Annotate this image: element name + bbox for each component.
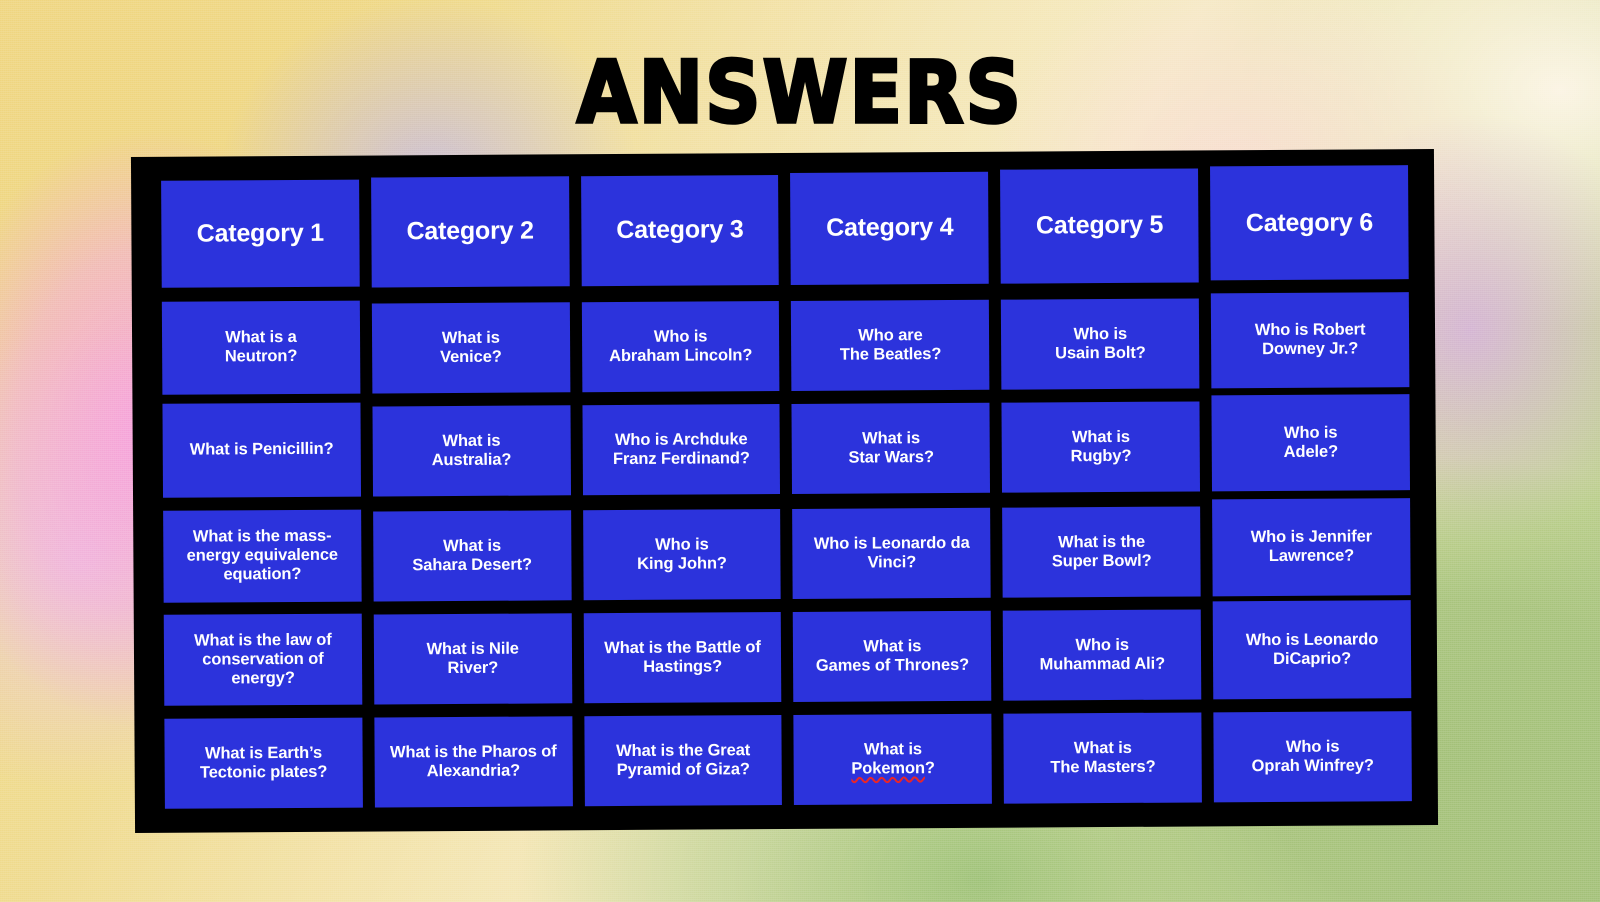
answer-cell-r5-c6[interactable]: Who is Oprah Winfrey? bbox=[1213, 711, 1412, 803]
answer-cell-r5-c1[interactable]: What is Earth’s Tectonic plates? bbox=[164, 717, 363, 809]
answer-cell-r3-c2[interactable]: What is Sahara Desert? bbox=[372, 510, 572, 602]
category-header-6[interactable]: Category 6 bbox=[1210, 165, 1409, 281]
answer-text: Who is Robert Downey Jr.? bbox=[1254, 320, 1366, 359]
answer-text: Who are The Beatles? bbox=[839, 325, 942, 364]
answer-cell-r4-c3[interactable]: What is the Battle of Hastings? bbox=[583, 611, 782, 704]
category-header-4[interactable]: Category 4 bbox=[790, 171, 990, 285]
answer-cell-r2-c4[interactable]: What is Star Wars? bbox=[791, 402, 991, 494]
answer-cell-r1-c1[interactable]: What is a Neutron? bbox=[161, 300, 361, 395]
category-header-label: Category 3 bbox=[616, 215, 744, 245]
answer-cell-r5-c2[interactable]: What is the Pharos of Alexandria? bbox=[374, 716, 573, 808]
answer-cell-r4-c6[interactable]: Who is Leonardo DiCaprio? bbox=[1212, 600, 1412, 700]
answer-cell-r4-c5[interactable]: Who is Muhammad Ali? bbox=[1003, 609, 1202, 701]
answer-text: What is Star Wars? bbox=[848, 428, 935, 467]
answer-text: What is the Pharos of Alexandria? bbox=[389, 742, 557, 781]
answer-text: Who is Oprah Winfrey? bbox=[1251, 737, 1374, 776]
answer-cell-r5-c3[interactable]: What is the Great Pyramid of Giza? bbox=[584, 714, 783, 807]
answer-text: What is Nile River? bbox=[426, 639, 519, 677]
answer-text: What is Sahara Desert? bbox=[412, 536, 533, 575]
answer-text: What is Games of Thrones? bbox=[815, 636, 970, 675]
page-title: ANSWERS bbox=[575, 43, 1024, 144]
category-header-3[interactable]: Category 3 bbox=[580, 175, 780, 287]
answer-cell-r4-c4[interactable]: What is Games of Thrones? bbox=[793, 610, 992, 702]
answer-cell-r2-c3[interactable]: Who is Archduke Franz Ferdinand? bbox=[582, 403, 781, 496]
answer-text: Who is Usain Bolt? bbox=[1055, 324, 1146, 363]
category-header-2[interactable]: Category 2 bbox=[370, 176, 570, 288]
answer-text: What is Australia? bbox=[431, 431, 512, 470]
answer-cell-r3-c4[interactable]: Who is Leonardo da Vinci? bbox=[792, 507, 991, 599]
answer-cell-r2-c5[interactable]: What is Rugby? bbox=[1001, 401, 1201, 493]
answer-text: Who is Adele? bbox=[1283, 423, 1339, 461]
answer-text: What is Rugby? bbox=[1070, 427, 1132, 466]
answer-cell-r1-c5[interactable]: Who is Usain Bolt? bbox=[1001, 298, 1200, 390]
answer-text: What is the Battle of Hastings? bbox=[604, 637, 761, 676]
answer-text: What is a Neutron? bbox=[224, 328, 298, 366]
answer-text: Who is Leonardo da Vinci? bbox=[813, 533, 970, 572]
answer-cell-r4-c1[interactable]: What is the law of conservation of energ… bbox=[163, 613, 363, 706]
answer-text: What is the mass-energy equivalence equa… bbox=[186, 526, 339, 584]
answer-text: Who is Abraham Lincoln? bbox=[609, 327, 753, 365]
answer-cell-r3-c1[interactable]: What is the mass-energy equivalence equa… bbox=[163, 509, 362, 603]
answer-text: Who is Muhammad Ali? bbox=[1039, 635, 1166, 674]
answer-cell-r3-c3[interactable]: Who is King John? bbox=[582, 508, 782, 601]
answer-cell-r5-c4[interactable]: What is Pokemon? bbox=[793, 713, 993, 805]
answer-cell-r3-c5[interactable]: What is the Super Bowl? bbox=[1002, 506, 1201, 598]
category-header-label: Category 4 bbox=[826, 213, 954, 243]
answer-text: What is the Great Pyramid of Giza? bbox=[616, 741, 751, 779]
answer-text: Who is Jennifer Lawrence? bbox=[1250, 527, 1373, 566]
answer-text: What is Earth’s Tectonic plates? bbox=[199, 743, 328, 782]
answer-text: Who is Leonardo DiCaprio? bbox=[1245, 630, 1379, 668]
answer-cell-r2-c2[interactable]: What is Australia? bbox=[372, 405, 571, 497]
answer-cell-r3-c6[interactable]: Who is Jennifer Lawrence? bbox=[1212, 498, 1411, 597]
answer-cell-r2-c6[interactable]: Who is Adele? bbox=[1211, 394, 1410, 492]
answer-cell-r2-c1[interactable]: What is Penicillin? bbox=[162, 402, 361, 498]
answer-text: What is Penicillin? bbox=[189, 440, 334, 459]
category-header-5[interactable]: Category 5 bbox=[1000, 168, 1199, 284]
category-header-label: Category 1 bbox=[196, 218, 325, 248]
spellcheck-underline: Pokemon bbox=[851, 759, 925, 778]
board-grid: Category 1 Category 2 Category 3 Category 4… bbox=[161, 165, 1412, 809]
answer-text: What is The Masters? bbox=[1050, 738, 1156, 777]
answer-text: Who is Archduke Franz Ferdinand? bbox=[612, 429, 750, 468]
answer-text: What is Venice? bbox=[440, 328, 502, 366]
answer-text: What is the Super Bowl? bbox=[1051, 532, 1152, 571]
jeopardy-board: Category 1 Category 2 Category 3 Category 4… bbox=[130, 149, 1439, 833]
category-header-1[interactable]: Category 1 bbox=[161, 179, 360, 288]
answer-cell-r4-c2[interactable]: What is Nile River? bbox=[373, 613, 572, 705]
category-header-label: Category 2 bbox=[406, 216, 534, 246]
answer-cell-r1-c6[interactable]: Who is Robert Downey Jr.? bbox=[1210, 292, 1410, 389]
answer-text: What is Pokemon? bbox=[851, 740, 935, 778]
answer-cell-r1-c3[interactable]: Who is Abraham Lincoln? bbox=[581, 300, 780, 393]
answer-cell-r1-c4[interactable]: Who are The Beatles? bbox=[791, 299, 990, 391]
answer-cell-r5-c5[interactable]: What is The Masters? bbox=[1003, 712, 1203, 804]
answer-cell-r1-c2[interactable]: What is Venice? bbox=[371, 302, 571, 394]
answer-text: What is the law of conservation of energ… bbox=[193, 630, 332, 688]
category-header-label: Category 6 bbox=[1245, 208, 1374, 237]
category-header-label: Category 5 bbox=[1035, 211, 1164, 240]
answer-text: Who is King John? bbox=[637, 535, 727, 573]
